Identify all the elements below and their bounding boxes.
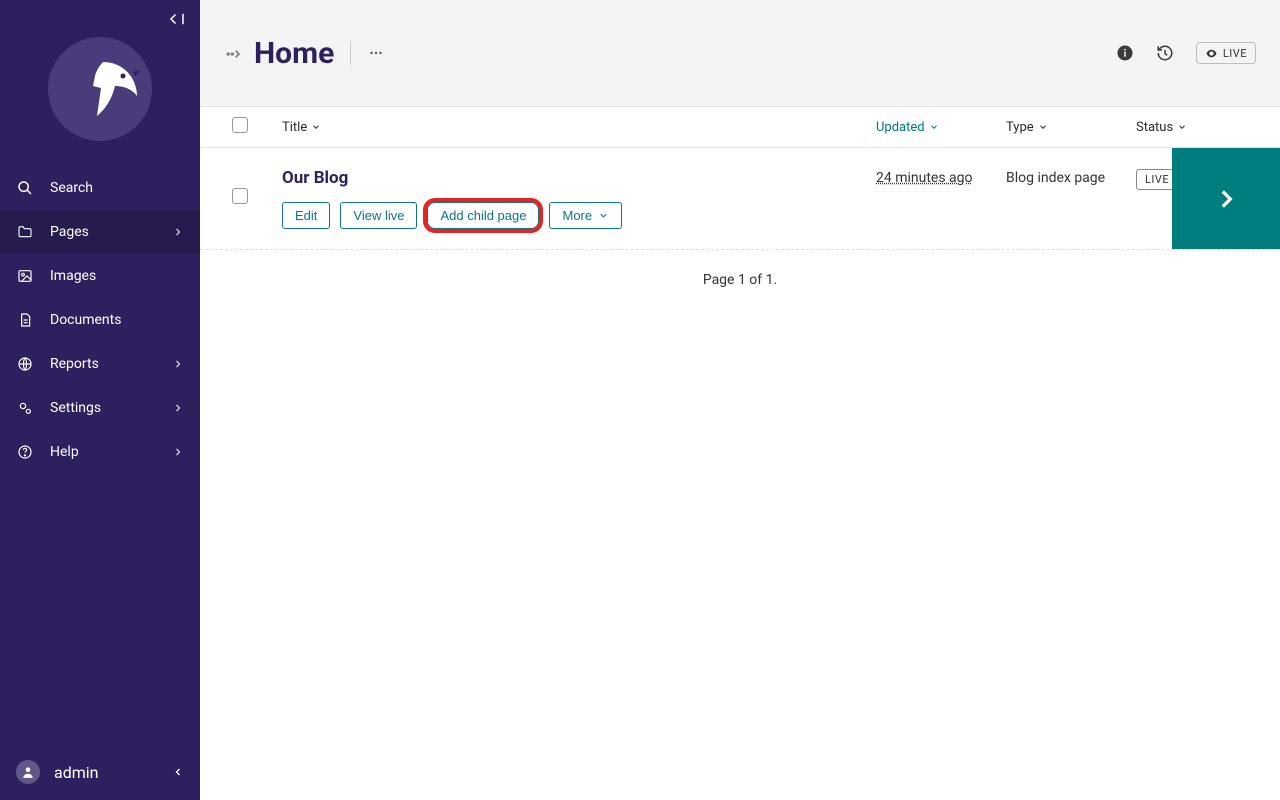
chevron-right-icon bbox=[172, 226, 184, 238]
sidebar: Search Pages Images Documents Reports Se… bbox=[0, 0, 200, 800]
nav-label: Documents bbox=[50, 312, 121, 328]
info-icon[interactable] bbox=[1116, 44, 1134, 62]
nav-item-images[interactable]: Images bbox=[0, 254, 200, 298]
logo[interactable] bbox=[45, 34, 155, 144]
nav-item-documents[interactable]: Documents bbox=[0, 298, 200, 342]
search-icon bbox=[16, 179, 34, 197]
table-header: Title Updated Type Status bbox=[200, 106, 1280, 148]
chevron-right-icon bbox=[1213, 186, 1239, 212]
edit-button[interactable]: Edit bbox=[282, 202, 330, 229]
nav-label: Help bbox=[50, 444, 79, 460]
nav-label: Settings bbox=[50, 400, 101, 416]
view-live-button[interactable]: View live bbox=[340, 202, 417, 229]
username: admin bbox=[54, 763, 98, 782]
nav-label: Images bbox=[50, 268, 96, 284]
page-row-title[interactable]: Our Blog bbox=[282, 168, 876, 188]
gear-icon bbox=[16, 399, 34, 417]
nav-label: Reports bbox=[50, 356, 99, 372]
sort-updated[interactable]: Updated bbox=[876, 120, 939, 135]
pagination: Page 1 of 1. bbox=[200, 250, 1280, 310]
nav: Search Pages Images Documents Reports Se… bbox=[0, 166, 200, 744]
nav-item-reports[interactable]: Reports bbox=[0, 342, 200, 386]
avatar bbox=[16, 760, 40, 784]
globe-icon bbox=[16, 355, 34, 373]
add-child-page-button[interactable]: Add child page bbox=[427, 202, 539, 229]
chevron-down-icon bbox=[311, 122, 321, 132]
folder-icon bbox=[16, 223, 34, 241]
chevron-down-icon bbox=[598, 210, 609, 221]
image-icon bbox=[16, 267, 34, 285]
document-icon bbox=[16, 311, 34, 329]
sort-title[interactable]: Title bbox=[282, 120, 321, 135]
page-title: Home bbox=[254, 36, 334, 71]
row-checkbox[interactable] bbox=[232, 188, 248, 204]
row-updated: 24 minutes ago bbox=[876, 168, 1006, 229]
chevron-up-icon bbox=[172, 766, 184, 778]
page-actions-menu[interactable] bbox=[367, 44, 385, 62]
sort-type[interactable]: Type bbox=[1006, 120, 1048, 135]
chevron-down-icon bbox=[1177, 122, 1187, 132]
sort-status[interactable]: Status bbox=[1136, 120, 1187, 135]
nav-item-search[interactable]: Search bbox=[0, 166, 200, 210]
nav-item-pages[interactable]: Pages bbox=[0, 210, 200, 254]
user-menu[interactable]: admin bbox=[0, 744, 200, 800]
main: Home LIVE Title Updated Type Status bbox=[200, 0, 1280, 800]
history-icon[interactable] bbox=[1156, 44, 1174, 62]
nav-label: Search bbox=[50, 180, 93, 196]
eye-icon bbox=[1205, 47, 1218, 60]
live-label: LIVE bbox=[1223, 47, 1247, 60]
chevron-right-icon bbox=[172, 358, 184, 370]
help-icon bbox=[16, 443, 34, 461]
chevron-down-icon bbox=[1038, 122, 1048, 132]
nav-label: Pages bbox=[50, 224, 89, 240]
collapse-sidebar-icon[interactable] bbox=[168, 10, 186, 28]
page-header: Home LIVE bbox=[200, 0, 1280, 106]
nav-item-help[interactable]: Help bbox=[0, 430, 200, 474]
breadcrumb-icon[interactable] bbox=[224, 44, 244, 64]
explore-children-button[interactable] bbox=[1172, 148, 1280, 249]
live-status-button[interactable]: LIVE bbox=[1196, 42, 1256, 64]
divider bbox=[350, 41, 351, 65]
row-type: Blog index page bbox=[1006, 168, 1136, 229]
table-row: Our Blog Edit View live Add child page M… bbox=[200, 148, 1280, 250]
select-all-checkbox[interactable] bbox=[232, 117, 248, 133]
more-button[interactable]: More bbox=[549, 202, 622, 229]
nav-item-settings[interactable]: Settings bbox=[0, 386, 200, 430]
chevron-right-icon bbox=[172, 446, 184, 458]
chevron-down-icon bbox=[929, 122, 939, 132]
chevron-right-icon bbox=[172, 402, 184, 414]
